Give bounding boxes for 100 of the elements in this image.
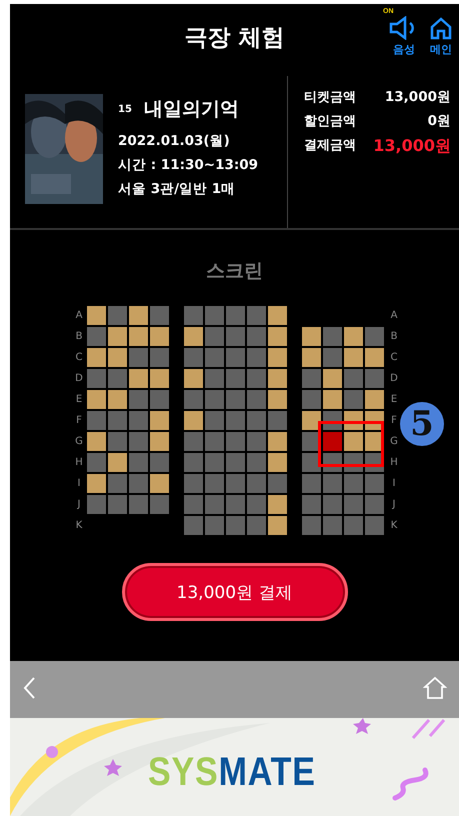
seat[interactable] [129, 474, 148, 493]
seat[interactable] [129, 495, 148, 514]
seat[interactable] [226, 327, 245, 346]
seat[interactable] [129, 306, 148, 325]
seat[interactable] [226, 474, 245, 493]
seat[interactable] [205, 306, 224, 325]
seat[interactable] [365, 495, 384, 514]
seat[interactable] [365, 516, 384, 535]
seat[interactable] [184, 432, 203, 451]
seat[interactable] [129, 327, 148, 346]
seat[interactable] [247, 390, 266, 409]
seat[interactable] [302, 348, 321, 367]
seat[interactable] [247, 369, 266, 388]
seat[interactable] [184, 390, 203, 409]
seat[interactable] [302, 411, 321, 430]
seat[interactable] [226, 516, 245, 535]
seat[interactable] [184, 348, 203, 367]
seat[interactable] [226, 411, 245, 430]
seat[interactable] [226, 453, 245, 472]
seat[interactable] [205, 327, 224, 346]
seat[interactable] [184, 411, 203, 430]
seat[interactable] [226, 495, 245, 514]
seat[interactable] [302, 327, 321, 346]
home-button[interactable]: 메인 [429, 16, 453, 57]
seat[interactable] [247, 453, 266, 472]
seat[interactable] [323, 327, 342, 346]
seat[interactable] [344, 369, 363, 388]
seat[interactable] [268, 390, 287, 409]
seat[interactable] [87, 411, 106, 430]
seat[interactable] [129, 369, 148, 388]
seat[interactable] [108, 495, 127, 514]
seat[interactable] [302, 474, 321, 493]
seat[interactable] [129, 453, 148, 472]
seat[interactable] [302, 495, 321, 514]
seat[interactable] [150, 306, 169, 325]
seat[interactable] [344, 474, 363, 493]
seat[interactable] [268, 474, 287, 493]
seat[interactable] [108, 327, 127, 346]
seat[interactable] [184, 495, 203, 514]
seat[interactable] [205, 348, 224, 367]
seat[interactable] [247, 516, 266, 535]
seat[interactable] [323, 495, 342, 514]
seat[interactable] [268, 495, 287, 514]
seat[interactable] [323, 516, 342, 535]
seat[interactable] [108, 306, 127, 325]
seat[interactable] [344, 390, 363, 409]
seat[interactable] [205, 369, 224, 388]
seat[interactable] [268, 516, 287, 535]
seat[interactable] [344, 327, 363, 346]
pay-button[interactable]: 13,000원 결제 [122, 563, 348, 621]
seat[interactable] [108, 411, 127, 430]
seat[interactable] [108, 453, 127, 472]
seat[interactable] [108, 348, 127, 367]
seat[interactable] [205, 474, 224, 493]
seat[interactable] [268, 453, 287, 472]
seat[interactable] [108, 369, 127, 388]
seat[interactable] [150, 369, 169, 388]
seat[interactable] [268, 306, 287, 325]
seat[interactable] [205, 390, 224, 409]
seat[interactable] [226, 306, 245, 325]
seat[interactable] [226, 369, 245, 388]
seat[interactable] [323, 390, 342, 409]
seat[interactable] [205, 516, 224, 535]
seat[interactable] [247, 306, 266, 325]
seat[interactable] [365, 348, 384, 367]
seat[interactable] [268, 411, 287, 430]
seat[interactable] [365, 327, 384, 346]
seat[interactable] [184, 327, 203, 346]
seat[interactable] [247, 411, 266, 430]
seat[interactable] [247, 432, 266, 451]
seat[interactable] [129, 411, 148, 430]
seat[interactable] [323, 348, 342, 367]
seat[interactable] [302, 369, 321, 388]
seat[interactable] [108, 390, 127, 409]
seat[interactable] [247, 495, 266, 514]
seat[interactable] [150, 411, 169, 430]
seat[interactable] [205, 411, 224, 430]
seat[interactable] [226, 390, 245, 409]
seat[interactable] [150, 474, 169, 493]
seat[interactable] [87, 390, 106, 409]
seat[interactable] [87, 453, 106, 472]
seat[interactable] [247, 348, 266, 367]
seat[interactable] [247, 327, 266, 346]
seat[interactable] [87, 495, 106, 514]
seat[interactable] [365, 474, 384, 493]
seat[interactable] [323, 369, 342, 388]
seat[interactable] [129, 390, 148, 409]
seat[interactable] [323, 432, 342, 451]
seat[interactable] [205, 432, 224, 451]
seat[interactable] [129, 432, 148, 451]
seat[interactable] [344, 432, 363, 451]
seat[interactable] [150, 390, 169, 409]
seat[interactable] [150, 348, 169, 367]
seat[interactable] [150, 327, 169, 346]
seat[interactable] [365, 390, 384, 409]
seat[interactable] [87, 369, 106, 388]
seat[interactable] [344, 495, 363, 514]
seat[interactable] [268, 348, 287, 367]
seat[interactable] [205, 453, 224, 472]
seat[interactable] [184, 369, 203, 388]
